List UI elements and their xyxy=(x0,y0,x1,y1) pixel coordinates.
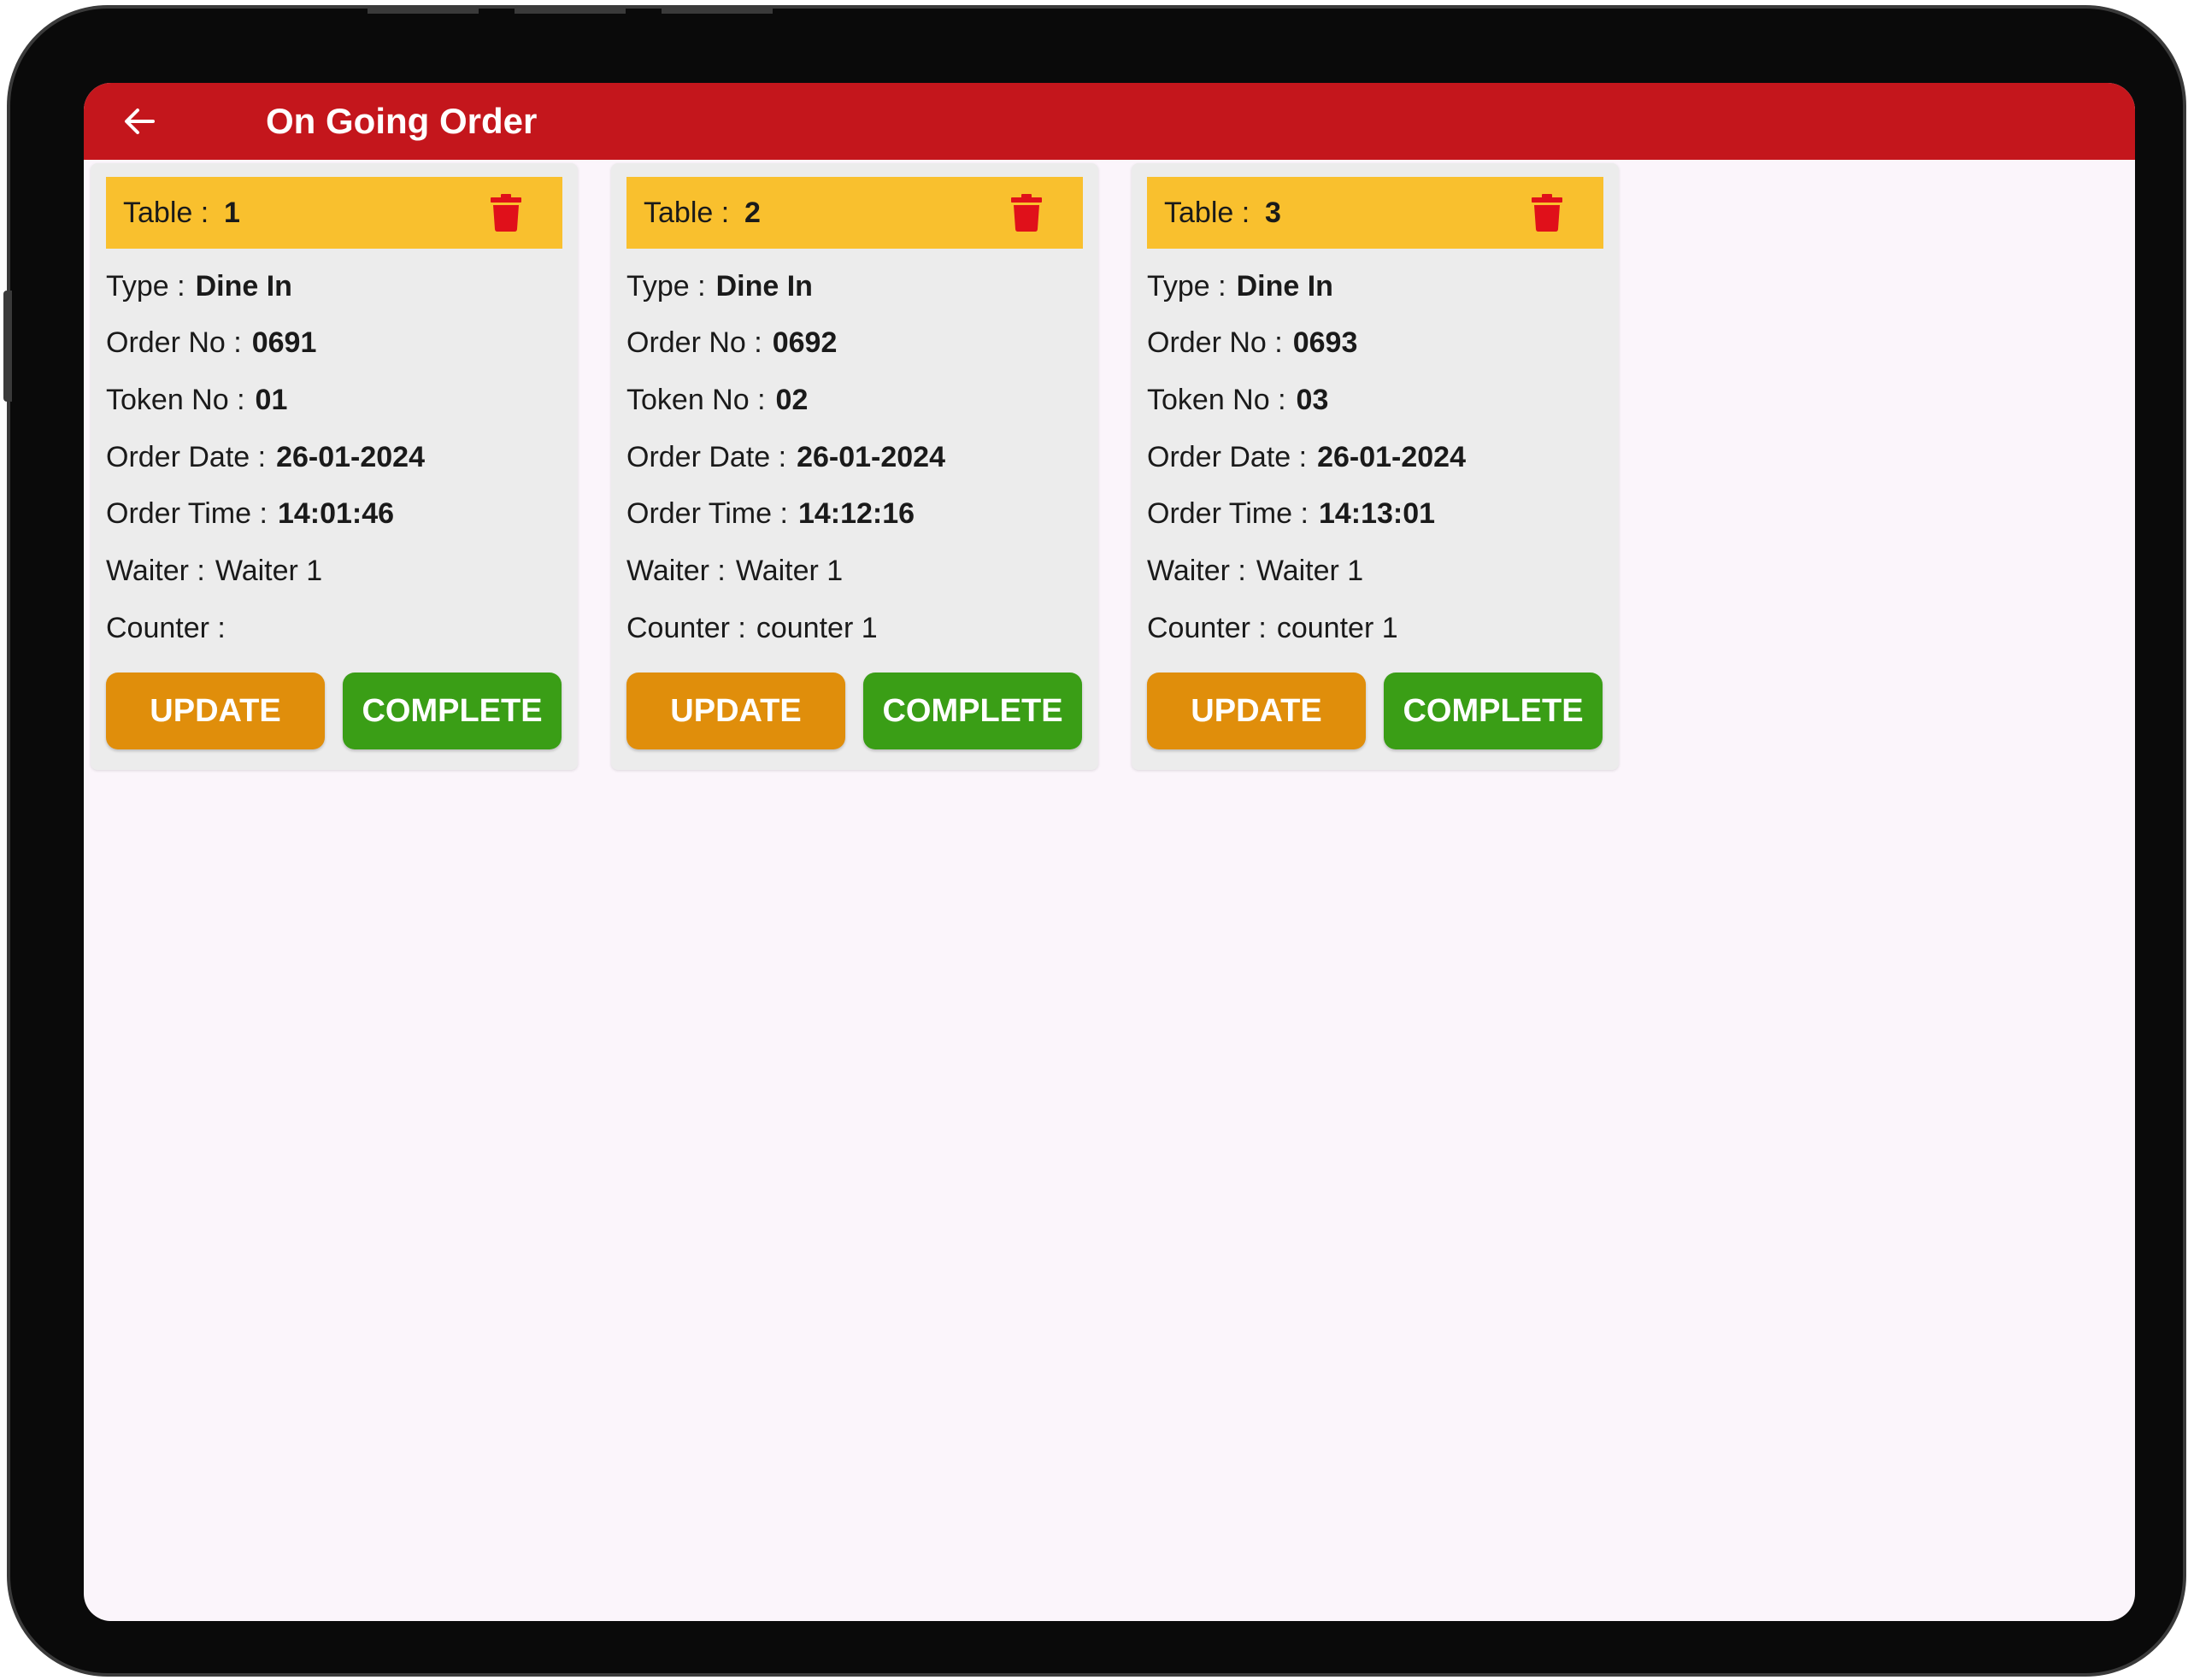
order-time-value: 14:13:01 xyxy=(1318,497,1436,530)
order-time-value: 14:12:16 xyxy=(797,497,915,530)
waiter-label: Waiter : xyxy=(626,555,726,587)
waiter-row: Waiter : Waiter 1 xyxy=(626,550,843,591)
type-value: Dine In xyxy=(715,270,813,303)
type-label: Type : xyxy=(106,270,185,303)
type-label: Type : xyxy=(626,270,706,303)
order-no-row: Order No : 0691 xyxy=(106,322,316,363)
waiter-label: Waiter : xyxy=(1147,555,1246,587)
waiter-value: Waiter 1 xyxy=(1256,555,1364,587)
hardware-button xyxy=(515,5,626,14)
counter-label: Counter : xyxy=(106,612,226,644)
table-number: 3 xyxy=(1265,197,1281,229)
waiter-label: Waiter : xyxy=(106,555,205,587)
waiter-row: Waiter : Waiter 1 xyxy=(1147,550,1363,591)
trash-icon xyxy=(491,194,521,232)
waiter-value: Waiter 1 xyxy=(215,555,323,587)
order-card: Table : 2 Type : Dine In Order No : 0692 xyxy=(611,163,1098,770)
update-button[interactable]: UPDATE xyxy=(626,673,845,749)
counter-value: counter 1 xyxy=(756,612,878,644)
page-title: On Going Order xyxy=(266,101,538,141)
order-date-value: 26-01-2024 xyxy=(1317,441,1466,473)
order-no-value: 0693 xyxy=(1292,326,1358,359)
counter-label: Counter : xyxy=(626,612,746,644)
token-no-value: 03 xyxy=(1296,384,1329,416)
hardware-button xyxy=(368,5,479,14)
table-number: 2 xyxy=(744,197,761,229)
token-no-label: Token No : xyxy=(626,384,766,416)
order-no-value: 0692 xyxy=(772,326,838,359)
order-date-value: 26-01-2024 xyxy=(797,441,945,473)
waiter-row: Waiter : Waiter 1 xyxy=(106,550,322,591)
card-header: Table : 1 xyxy=(106,177,562,249)
token-no-row: Token No : 03 xyxy=(1147,379,1328,420)
counter-row: Counter : xyxy=(106,608,236,649)
back-button[interactable] xyxy=(118,100,161,143)
order-time-label: Order Time : xyxy=(106,497,268,530)
complete-button[interactable]: COMPLETE xyxy=(863,673,1082,749)
update-button[interactable]: UPDATE xyxy=(1147,673,1366,749)
delete-order-button[interactable] xyxy=(1004,191,1049,235)
order-date-label: Order Date : xyxy=(106,441,267,473)
type-row: Type : Dine In xyxy=(1147,266,1333,307)
order-no-label: Order No : xyxy=(1147,326,1283,359)
order-time-row: Order Time : 14:13:01 xyxy=(1147,493,1435,534)
order-card: Table : 1 Type : Dine In Order No : 0691 xyxy=(91,163,578,770)
token-no-row: Token No : 01 xyxy=(106,379,287,420)
counter-value: counter 1 xyxy=(1276,612,1398,644)
complete-button[interactable]: COMPLETE xyxy=(343,673,562,749)
order-date-row: Order Date : 26-01-2024 xyxy=(626,437,945,478)
token-no-label: Token No : xyxy=(1147,384,1286,416)
update-button[interactable]: UPDATE xyxy=(106,673,325,749)
order-no-label: Order No : xyxy=(626,326,762,359)
arrow-left-icon xyxy=(125,109,155,134)
order-date-label: Order Date : xyxy=(626,441,787,473)
delete-order-button[interactable] xyxy=(1525,191,1569,235)
order-time-row: Order Time : 14:01:46 xyxy=(106,493,394,534)
token-no-value: 02 xyxy=(775,384,809,416)
order-date-row: Order Date : 26-01-2024 xyxy=(1147,437,1466,478)
type-row: Type : Dine In xyxy=(626,266,813,307)
type-value: Dine In xyxy=(1236,270,1333,303)
order-no-label: Order No : xyxy=(106,326,242,359)
table-label: Table : xyxy=(1164,197,1250,229)
order-date-label: Order Date : xyxy=(1147,441,1308,473)
delete-order-button[interactable] xyxy=(484,191,528,235)
counter-row: Counter : counter 1 xyxy=(1147,608,1398,649)
counter-label: Counter : xyxy=(1147,612,1267,644)
type-row: Type : Dine In xyxy=(106,266,292,307)
app-screen: On Going Order Table : 1 Type: Dine In … xyxy=(84,83,2135,1621)
order-no-row: Order No : 0692 xyxy=(626,322,837,363)
order-no-value: 0691 xyxy=(251,326,317,359)
complete-button[interactable]: COMPLETE xyxy=(1384,673,1603,749)
token-no-label: Token No : xyxy=(106,384,245,416)
waiter-value: Waiter 1 xyxy=(735,555,844,587)
type-value: Dine In xyxy=(195,270,292,303)
order-time-label: Order Time : xyxy=(1147,497,1309,530)
order-date-value: 26-01-2024 xyxy=(276,441,425,473)
order-time-row: Order Time : 14:12:16 xyxy=(626,493,915,534)
hardware-side-button xyxy=(3,291,12,402)
trash-icon xyxy=(1011,194,1042,232)
hardware-button xyxy=(662,5,773,14)
order-card: Table : 3 Type : Dine In Order No : 0693 xyxy=(1132,163,1619,770)
trash-icon xyxy=(1532,194,1562,232)
card-header: Table : 2 xyxy=(626,177,1083,249)
table-label: Table : xyxy=(123,197,209,229)
card-header: Table : 3 xyxy=(1147,177,1603,249)
order-time-label: Order Time : xyxy=(626,497,788,530)
tablet-frame: On Going Order Table : 1 Type: Dine In … xyxy=(3,5,2186,1677)
token-no-value: 01 xyxy=(255,384,288,416)
token-no-row: Token No : 02 xyxy=(626,379,808,420)
table-number: 1 xyxy=(224,197,240,229)
app-bar: On Going Order xyxy=(84,83,2135,160)
table-label: Table : xyxy=(644,197,730,229)
order-time-value: 14:01:46 xyxy=(277,497,395,530)
order-date-row: Order Date : 26-01-2024 xyxy=(106,437,425,478)
order-no-row: Order No : 0693 xyxy=(1147,322,1357,363)
counter-row: Counter : counter 1 xyxy=(626,608,878,649)
type-label: Type : xyxy=(1147,270,1226,303)
